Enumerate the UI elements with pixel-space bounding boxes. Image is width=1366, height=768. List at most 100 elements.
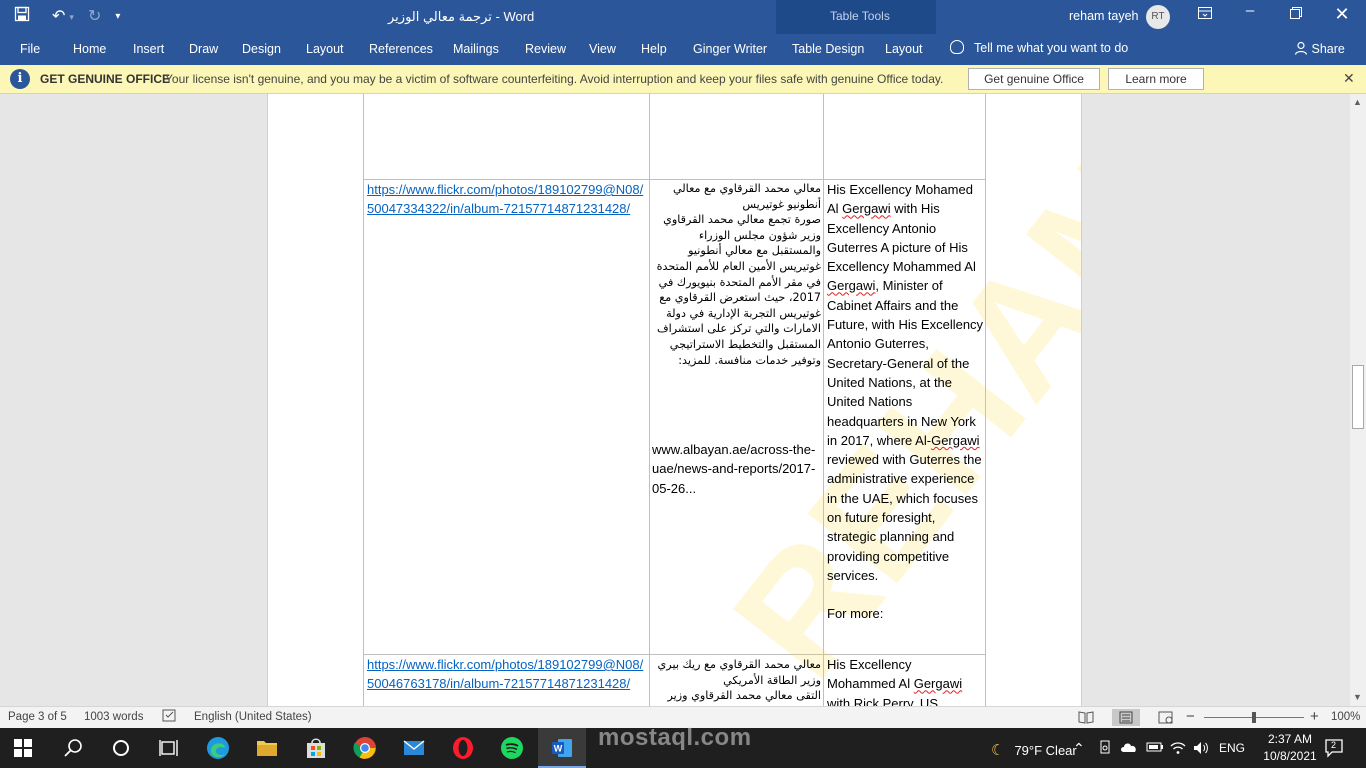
tell-me-label: Tell me what you want to do [974,41,1129,55]
minimize-icon[interactable]: – [1240,2,1260,19]
input-language[interactable]: ENG [1219,741,1245,755]
weather-text: 79°F Clear [1014,743,1077,758]
mail-icon[interactable] [402,736,426,760]
document-canvas: REHAM https://www.flickr.com/photos/1891… [0,94,1350,706]
spelling-flag[interactable]: Gergawi [914,676,962,691]
zoom-level[interactable]: 100% [1331,711,1360,723]
store-icon[interactable] [304,736,328,760]
cortana-icon[interactable] [109,736,133,760]
quick-access-toolbar: ↶ ▾ ↻ ▾ [14,6,120,28]
table-border [363,94,364,706]
flickr-link[interactable]: https://www.flickr.com/photos/189102799@… [367,655,645,694]
tab-file[interactable]: File [20,42,40,56]
spelling-flag[interactable]: Gergawi [827,278,875,293]
spotify-icon[interactable] [500,736,524,760]
tab-draw[interactable]: Draw [189,42,218,56]
print-layout-icon[interactable] [1112,709,1140,726]
avatar[interactable]: RT [1146,5,1170,29]
word-taskbar-button[interactable]: W [538,728,586,768]
zoom-slider-thumb[interactable] [1252,712,1256,723]
notice-close-icon[interactable]: ✕ [1343,70,1355,87]
lightbulb-icon [950,40,964,54]
file-explorer-icon[interactable] [255,736,279,760]
english-for-more: For more: [827,606,884,622]
edge-icon[interactable] [206,736,230,760]
spelling-flag[interactable]: Gergawi [931,433,979,448]
clock-date[interactable]: 10/8/2021 [1255,749,1325,763]
chrome-icon[interactable] [353,736,377,760]
notice-heading: GET GENUINE OFFICE [40,72,171,86]
tab-mailings[interactable]: Mailings [453,42,499,56]
tab-home[interactable]: Home [73,42,106,56]
learn-more-button[interactable]: Learn more [1108,68,1204,90]
restore-icon[interactable] [1286,6,1306,23]
english-translation-text: His Excellency Mohamed Al Gergawi with H… [827,182,984,583]
spelling-flag[interactable]: Gergawi [842,201,890,216]
language-status[interactable]: English (United States) [194,711,312,723]
table-tools-label: Table Tools [830,9,890,23]
vertical-scrollbar[interactable]: ▲ ▼ [1350,94,1366,706]
word-count[interactable]: 1003 words [84,711,143,723]
customize-qat-icon[interactable]: ▾ [115,7,120,27]
redo-icon[interactable]: ↻ [88,7,101,27]
tab-help[interactable]: Help [641,42,667,56]
english-translation: His Excellency Mohammed Al Gergawi with … [827,657,963,706]
title-bar: ↶ ▾ ↻ ▾ ترجمة معالي الوزير - Word Table … [0,0,1366,34]
web-layout-icon[interactable] [1158,711,1174,724]
notice-message: Your license isn't genuine, and you may … [165,72,944,86]
get-genuine-office-button[interactable]: Get genuine Office [968,68,1100,90]
opera-icon[interactable] [451,736,475,760]
device-icon[interactable] [1098,740,1122,764]
zoom-out-icon[interactable]: − [1186,708,1195,725]
share-button[interactable]: Share [1294,41,1345,56]
read-mode-icon[interactable] [1078,711,1094,724]
volume-icon[interactable] [1193,741,1217,765]
tab-ginger-writer[interactable]: Ginger Writer [693,42,767,56]
tab-layout[interactable]: Layout [306,42,344,56]
scroll-up-icon[interactable]: ▲ [1353,97,1362,107]
person-icon [1294,41,1311,56]
page-count[interactable]: Page 3 of 5 [8,711,67,723]
save-icon[interactable] [14,6,30,28]
scroll-down-icon[interactable]: ▼ [1353,692,1362,702]
account-name[interactable]: reham tayeh [1069,9,1138,23]
ribbon-display-options-icon[interactable] [1195,6,1215,23]
onedrive-icon[interactable] [1120,741,1144,765]
undo-icon[interactable]: ↶ [52,7,65,27]
scrollbar-thumb[interactable] [1352,365,1364,429]
tab-table-layout[interactable]: Layout [885,42,923,56]
wifi-icon[interactable] [1170,741,1194,765]
word-icon: W [550,736,574,760]
table-border [823,94,824,706]
flickr-link[interactable]: https://www.flickr.com/photos/189102799@… [367,180,645,219]
zoom-in-icon[interactable]: + [1310,708,1319,725]
ribbon-tabs: File Home Insert Draw Design Layout Refe… [0,34,1366,65]
tab-design[interactable]: Design [242,42,281,56]
tab-table-design[interactable]: Table Design [792,42,864,56]
task-view-icon[interactable] [157,736,181,760]
clock-time[interactable]: 2:37 AM [1260,732,1320,746]
tell-me-search[interactable]: Tell me what you want to do [950,40,1128,55]
moon-icon: ☾ [991,742,1005,759]
english-translation: His Excellency Mohamed Al Gergawi with H… [827,180,985,624]
mostaql-overlay-watermark: mostaql.com [598,724,752,751]
show-hidden-icons-icon[interactable]: ⌃ [1073,740,1097,764]
tab-insert[interactable]: Insert [133,42,164,56]
arabic-caption: معالي محمد القرقاوي مع ريك بيري وزير الط… [657,658,821,703]
undo-dropdown-icon[interactable]: ▾ [69,7,74,27]
tab-references[interactable]: References [369,42,433,56]
windows-start-icon[interactable] [14,739,38,763]
battery-icon[interactable] [1146,741,1170,765]
tab-view[interactable]: View [589,42,616,56]
arabic-source-url: www.albayan.ae/across-the-uae/news-and-r… [652,442,816,496]
weather-widget[interactable]: ☾ 79°F Clear [991,741,1077,759]
document-page[interactable]: REHAM https://www.flickr.com/photos/1891… [267,94,1082,706]
action-center-icon[interactable]: 2 [1324,738,1348,762]
close-icon[interactable]: ✕ [1332,4,1352,25]
search-icon[interactable] [62,736,86,760]
arabic-caption: معالي محمد القرقاوي مع معالي أنطونيو غوت… [651,181,821,368]
document-title: ترجمة معالي الوزير - Word [388,9,535,24]
table-border [649,94,650,706]
proofing-icon[interactable] [162,709,178,726]
tab-review[interactable]: Review [525,42,566,56]
